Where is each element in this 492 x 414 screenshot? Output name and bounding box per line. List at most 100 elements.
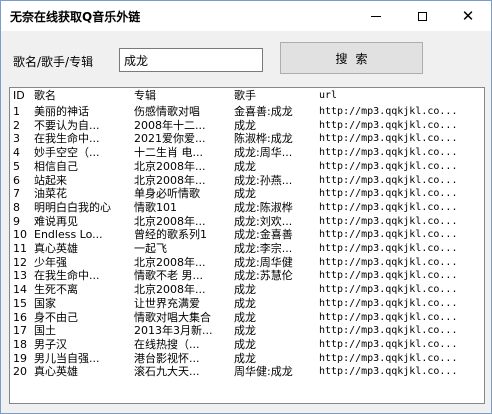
table-row[interactable]: 4 妙手空空（... 十二生肖 电... 成龙:周华... http://mp3.qqk…	[10, 146, 484, 159]
column-header-album[interactable]: 专辑	[134, 89, 234, 102]
cell-album: 北京2008年...	[134, 283, 206, 297]
cell-url: http://mp3.qqkjkl.co...	[319, 201, 458, 213]
cell-album: 北京2008年...	[134, 255, 206, 269]
cell-title: 生死不离	[34, 283, 78, 297]
column-header-url[interactable]: url	[319, 89, 479, 102]
cell-artist: 成龙:孙燕...	[234, 173, 293, 187]
cell-artist: 成龙	[234, 118, 256, 132]
app-window: 无奈在线获取Q音乐外链 ✕ 歌名/歌手/专辑 搜索 ID 歌名 专辑 歌手 ur…	[0, 0, 492, 414]
search-input[interactable]	[119, 48, 263, 72]
minimize-icon	[371, 15, 381, 17]
cell-artist: 成龙	[234, 283, 256, 297]
search-button[interactable]: 搜索	[280, 42, 423, 74]
table-row[interactable]: 18 男子汉 在线热搜（... 成龙 http://mp3.qqkjkl.co...	[10, 338, 484, 351]
title-bar[interactable]: 无奈在线获取Q音乐外链 ✕	[1, 1, 491, 31]
cell-artist: 陈淑桦:成龙	[234, 132, 293, 146]
cell-artist: 成龙	[234, 324, 256, 338]
cell-id: 10	[13, 228, 27, 242]
cell-url: http://mp3.qqkjkl.co...	[319, 256, 458, 268]
cell-url: http://mp3.qqkjkl.co...	[319, 229, 458, 241]
cell-title: 在我生命中...	[34, 269, 100, 283]
cell-artist: 成龙	[234, 187, 256, 201]
cell-url: http://mp3.qqkjkl.co...	[319, 133, 458, 145]
cell-id: 19	[13, 351, 27, 365]
cell-album: 伤感情歌对唱	[134, 105, 200, 118]
cell-album: 2013年3月新...	[134, 324, 213, 338]
cell-url: http://mp3.qqkjkl.co...	[319, 366, 458, 378]
cell-id: 2	[13, 118, 20, 132]
cell-artist: 成龙:刘欢...	[234, 214, 293, 228]
cell-id: 14	[13, 283, 27, 297]
cell-album: 北京2008年...	[134, 159, 206, 173]
cell-title: 国家	[34, 296, 56, 310]
maximize-button[interactable]	[399, 1, 445, 31]
cell-album: 让世界充满爱	[134, 296, 200, 310]
cell-album: 情歌对唱大集合	[134, 310, 211, 324]
table-row[interactable]: 2 不要认为自... 2008年十二... 成龙 http://mp3.qqkjkl.c…	[10, 119, 484, 132]
cell-title: 男儿当自强...	[34, 351, 100, 365]
cell-title: Endless Lo...	[34, 228, 103, 242]
cell-url: http://mp3.qqkjkl.co...	[319, 106, 458, 117]
cell-id: 15	[13, 296, 27, 310]
window-title: 无奈在线获取Q音乐外链	[10, 10, 141, 24]
cell-artist: 成龙:金喜善	[234, 228, 293, 242]
cell-id: 3	[13, 132, 20, 146]
table-row[interactable]: 16 身不由己 情歌对唱大集合 成龙 http://mp3.qqkjkl.co...	[10, 311, 484, 324]
cell-album: 在线热搜（...	[134, 337, 200, 351]
cell-album: 情歌不老 男...	[134, 269, 203, 283]
table-row[interactable]: 13 在我生命中... 情歌不老 男... 成龙:苏慧伦 http://mp3.qqkj…	[10, 269, 484, 282]
list-header: ID 歌名 专辑 歌手 url	[10, 89, 484, 102]
minimize-button[interactable]	[353, 1, 399, 31]
cell-url: http://mp3.qqkjkl.co...	[319, 311, 458, 323]
cell-artist: 成龙:李宗...	[234, 242, 293, 255]
cell-artist: 成龙	[234, 337, 256, 351]
cell-title: 难说再见	[34, 214, 78, 228]
column-header-title[interactable]: 歌名	[34, 89, 134, 102]
cell-album: 北京2008年...	[134, 214, 206, 228]
cell-album: 一起飞	[134, 242, 167, 255]
cell-artist: 成龙:陈淑桦	[234, 200, 293, 214]
cell-url: http://mp3.qqkjkl.co...	[319, 174, 458, 186]
table-row[interactable]: 19 男儿当自强... 港台影视怀... 成龙 http://mp3.qqkjkl.co…	[10, 352, 484, 365]
cell-title: 男子汉	[34, 337, 67, 351]
table-row[interactable]: 17 国土 2013年3月新... 成龙 http://mp3.qqkjkl.co...	[10, 324, 484, 337]
cell-title: 身不由己	[34, 310, 78, 324]
table-row[interactable]: 5 相信自己 北京2008年... 成龙 http://mp3.qqkjkl.co...	[10, 160, 484, 173]
table-row[interactable]: 3 在我生命中... 2021爱你爱... 陈淑桦:成龙 http://mp3.qqkj…	[10, 132, 484, 145]
table-row[interactable]: 11 真心英雄 一起飞 成龙:李宗... http://mp3.qqkjkl.co...	[10, 242, 484, 255]
cell-id: 12	[13, 255, 27, 269]
table-row[interactable]: 1 美丽的神话 伤感情歌对唱 金喜善:成龙 http://mp3.qqkjkl.co..…	[10, 105, 484, 118]
cell-title: 站起来	[34, 173, 67, 187]
table-row[interactable]: 14 生死不离 北京2008年... 成龙 http://mp3.qqkjkl.co..…	[10, 283, 484, 296]
cell-url: http://mp3.qqkjkl.co...	[319, 284, 458, 296]
cell-title: 相信自己	[34, 159, 78, 173]
table-row[interactable]: 15 国家 让世界充满爱 成龙 http://mp3.qqkjkl.co...	[10, 297, 484, 310]
cell-album: 2021爱你爱...	[134, 132, 206, 146]
table-row[interactable]: 12 少年强 北京2008年... 成龙:周华健 http://mp3.qqkjkl.c…	[10, 256, 484, 269]
table-row[interactable]: 9 难说再见 北京2008年... 成龙:刘欢... http://mp3.qqkjkl…	[10, 215, 484, 228]
cell-id: 1	[13, 105, 20, 118]
column-header-artist[interactable]: 歌手	[234, 89, 318, 102]
table-row[interactable]: 10 Endless Lo... 曾经的歌系列1 成龙:金喜善 http://mp3.q…	[10, 228, 484, 241]
table-row[interactable]: 8 明明白白我的心 情歌101 成龙:陈淑桦 http://mp3.qqkjkl.co.…	[10, 201, 484, 214]
cell-title: 少年强	[34, 255, 67, 269]
cell-url: http://mp3.qqkjkl.co...	[319, 325, 458, 337]
column-header-id[interactable]: ID	[13, 89, 31, 102]
cell-url: http://mp3.qqkjkl.co...	[319, 188, 458, 200]
cell-id: 20	[13, 365, 27, 379]
cell-album: 滚石九大天...	[134, 365, 200, 379]
cell-title: 不要认为自...	[34, 118, 100, 132]
table-row[interactable]: 20 真心英雄 滚石九大天... 周华健:成龙 http://mp3.qqkjkl.co…	[10, 365, 484, 378]
table-row[interactable]: 7 油菜花 单身必听情歌 成龙 http://mp3.qqkjkl.co...	[10, 187, 484, 200]
cell-artist: 金喜善:成龙	[234, 105, 293, 118]
cell-url: http://mp3.qqkjkl.co...	[319, 160, 458, 172]
table-row[interactable]: 6 站起来 北京2008年... 成龙:孙燕... http://mp3.qqkjkl.…	[10, 174, 484, 187]
results-list[interactable]: ID 歌名 专辑 歌手 url 1 美丽的神话 伤感情歌对唱 金喜善:成龙 http:/…	[9, 87, 485, 404]
cell-artist: 周华健:成龙	[234, 365, 293, 379]
cell-album: 港台影视怀...	[134, 351, 200, 365]
cell-artist: 成龙	[234, 351, 256, 365]
search-label: 歌名/歌手/专辑	[13, 55, 94, 69]
cell-id: 13	[13, 269, 27, 283]
close-button[interactable]: ✕	[445, 1, 491, 31]
cell-artist: 成龙:苏慧伦	[234, 269, 293, 283]
